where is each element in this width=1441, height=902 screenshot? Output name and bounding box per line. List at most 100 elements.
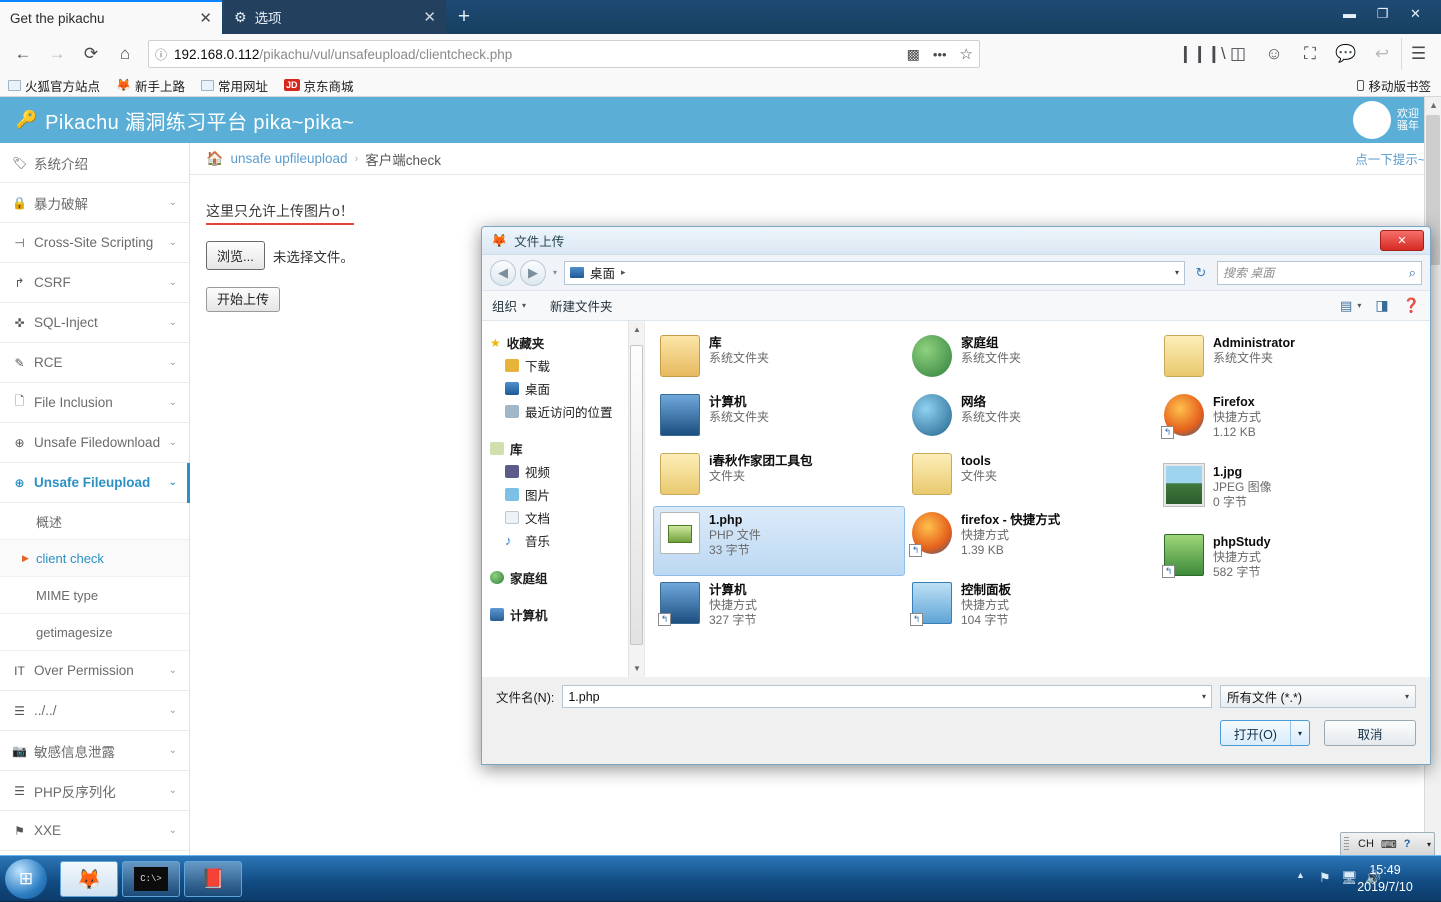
close-icon[interactable]: ✕ (189, 9, 212, 27)
bookmark-star-icon[interactable]: ☆ (960, 45, 973, 63)
home-icon[interactable]: 🏠 (206, 150, 223, 167)
sidebar-item-rce[interactable]: ✎ RCE ⌄ (0, 343, 189, 383)
places-group-favorites[interactable]: ★ 收藏夹 (490, 331, 628, 354)
sidebar-item-path-traversal[interactable]: ☰ ../../ ⌄ (0, 691, 189, 731)
sidebar-item-csrf[interactable]: ↱ CSRF ⌄ (0, 263, 189, 303)
places-item-desktop[interactable]: 桌面 (490, 377, 628, 400)
start-upload-button[interactable]: 开始上传 (206, 287, 281, 312)
chevron-down-icon[interactable]: ▾ (1202, 692, 1206, 701)
help-icon[interactable]: ? (1404, 838, 1411, 850)
list-item[interactable]: 计算机 系统文件夹 (653, 388, 905, 447)
show-hidden-icons-button[interactable]: ▲ (1296, 870, 1305, 880)
refresh-button[interactable]: ↻ (1189, 261, 1213, 285)
address-bar[interactable]: ⓘ 192.168.0.112/pikachu/vul/unsafeupload… (148, 40, 980, 68)
places-group-computer[interactable]: 计算机 (490, 603, 628, 626)
filename-input[interactable]: 1.php ▾ (562, 685, 1212, 708)
close-icon[interactable]: ✕ (413, 8, 436, 26)
sidebar-item-over-permission[interactable]: IT Over Permission ⌄ (0, 651, 189, 691)
dialog-close-button[interactable]: ✕ (1380, 230, 1424, 251)
sidebar-item-brute-force[interactable]: 🔒 暴力破解 ⌄ (0, 183, 189, 223)
organize-button[interactable]: 组织 ▾ (492, 296, 526, 315)
clock[interactable]: 15:49 2019/7/10 (1337, 862, 1433, 896)
list-item[interactable]: i春秋作家团工具包 文件夹 (653, 447, 905, 506)
places-item-recent[interactable]: 最近访问的位置 (490, 400, 628, 423)
minimize-button[interactable]: ▬ (1333, 0, 1366, 28)
sidebar-subitem-overview[interactable]: 概述 (0, 503, 189, 540)
back-button[interactable]: ← (6, 38, 40, 70)
list-item[interactable]: 1.jpg JPEG 图像 0 字节 (1157, 458, 1409, 528)
view-mode-button[interactable]: ▤ ▾ (1340, 298, 1361, 314)
close-window-button[interactable]: ✕ (1399, 0, 1432, 28)
list-item[interactable]: ↰ 控制面板 快捷方式 104 字节 (905, 576, 1157, 646)
reload-button[interactable]: ⟳ (74, 38, 108, 70)
forward-button[interactable]: → (40, 38, 74, 70)
browser-tab-2[interactable]: ⚙ 选项 ✕ (224, 0, 446, 34)
mobile-bookmarks-item[interactable]: 移动版书签 (1357, 76, 1441, 95)
chevron-down-icon[interactable]: ▾ (1427, 840, 1434, 849)
list-item[interactable]: 网络 系统文件夹 (905, 388, 1157, 447)
bookmark-item[interactable]: 🦊 新手上路 (116, 76, 185, 95)
chevron-down-icon[interactable]: ▾ (1291, 729, 1309, 738)
list-item[interactable]: 家庭组 系统文件夹 (905, 329, 1157, 388)
places-item-pictures[interactable]: 图片 (490, 483, 628, 506)
bookmark-item[interactable]: 常用网址 (200, 76, 268, 95)
taskbar-book-button[interactable]: 📕 (184, 861, 242, 897)
menu-icon[interactable]: ☰ (1401, 38, 1435, 70)
help-button[interactable]: ❓ (1403, 297, 1420, 314)
sidebar-item-system-intro[interactable]: 🏷 系统介绍 (0, 143, 189, 183)
address-dropdown-icon[interactable]: ▾ (1175, 268, 1179, 277)
browse-button[interactable]: 浏览... (206, 241, 265, 270)
page-actions-icon[interactable]: ••• (927, 47, 953, 62)
screenshot-icon[interactable]: ⛶ (1293, 38, 1327, 70)
sidebar-item-xss[interactable]: ⊣ Cross-Site Scripting ⌄ (0, 223, 189, 263)
cancel-button[interactable]: 取消 (1324, 720, 1416, 746)
maximize-button[interactable]: ❐ (1366, 0, 1399, 28)
sidebar-subitem-client-check[interactable]: ▶ client check (0, 540, 189, 577)
ime-language-bar[interactable]: CH ⌨ ? ▾ (1340, 832, 1435, 856)
site-info-icon[interactable]: ⓘ (155, 46, 167, 63)
home-button[interactable]: ⌂ (108, 38, 142, 70)
places-item-videos[interactable]: 视频 (490, 460, 628, 483)
open-button[interactable]: 打开(O) ▾ (1219, 720, 1310, 746)
sidebar-item-sql-inject[interactable]: ✜ SQL-Inject ⌄ (0, 303, 189, 343)
list-item[interactable]: 库 系统文件夹 (653, 329, 905, 388)
list-item[interactable]: ↰ Firefox 快捷方式 1.12 KB (1157, 388, 1409, 458)
preview-pane-button[interactable]: ◨ (1375, 297, 1388, 314)
sidebar-item-php-deserialize[interactable]: ☰ PHP反序列化 ⌄ (0, 771, 189, 811)
library-icon[interactable]: ❙❙❙\ (1178, 38, 1225, 70)
scroll-down-arrow-icon[interactable]: ▼ (633, 664, 641, 673)
dialog-forward-button[interactable]: ▶ (520, 259, 546, 286)
dialog-back-button[interactable]: ◀ (490, 259, 516, 286)
places-group-homegroup[interactable]: 家庭组 (490, 566, 628, 589)
account-icon[interactable]: ☺ (1257, 38, 1291, 70)
bookmark-item[interactable]: 火狐官方站点 (8, 76, 100, 95)
sidebar-item-info-leak[interactable]: 📷 敏感信息泄露 ⌄ (0, 731, 189, 771)
taskbar-firefox-button[interactable]: 🦊 (60, 861, 118, 897)
history-dropdown-icon[interactable]: ▾ (550, 268, 560, 277)
sidebar-icon[interactable]: ◫ (1221, 38, 1255, 70)
sidebar-item-unsafe-filedownload[interactable]: ⊕ Unsafe Filedownload ⌄ (0, 423, 189, 463)
scrollbar-thumb[interactable] (630, 345, 643, 645)
undo-icon[interactable]: ↩ (1365, 38, 1399, 70)
list-item[interactable]: Administrator 系统文件夹 (1157, 329, 1409, 388)
drag-handle[interactable] (1344, 837, 1349, 852)
keyboard-icon[interactable]: ⌨ (1381, 838, 1397, 851)
sidebar-item-file-inclusion[interactable]: 🗋 File Inclusion ⌄ (0, 383, 189, 423)
ime-language-label[interactable]: CH (1358, 838, 1374, 850)
list-item[interactable]: ↰ phpStudy 快捷方式 582 字节 (1157, 528, 1409, 598)
dialog-address-bar[interactable]: 桌面 ▸ ▾ (564, 260, 1185, 285)
scroll-up-arrow-icon[interactable]: ▲ (633, 325, 641, 334)
sidebar-subitem-getimagesize[interactable]: getimagesize (0, 614, 189, 651)
file-type-filter-select[interactable]: 所有文件 (*.*) ▾ (1220, 685, 1416, 708)
places-scrollbar[interactable]: ▲ ▼ (628, 321, 644, 677)
breadcrumb-link[interactable]: unsafe upfileupload (230, 151, 347, 166)
taskbar-cmd-button[interactable]: C:\> (122, 861, 180, 897)
sidebar-subitem-mime-type[interactable]: MIME type (0, 577, 189, 614)
windows-start-icon[interactable]: ⊞ (5, 859, 47, 899)
list-item-selected[interactable]: 1.php PHP 文件 33 字节 (653, 506, 905, 576)
qr-icon[interactable]: ▩ (907, 46, 920, 63)
pocket-icon[interactable]: 💬 (1329, 38, 1363, 70)
user-area[interactable]: ⚡ 欢迎 骚年 (1353, 97, 1419, 143)
places-group-library[interactable]: 库 (490, 437, 628, 460)
scroll-up-arrow-icon[interactable]: ▲ (1429, 100, 1438, 110)
